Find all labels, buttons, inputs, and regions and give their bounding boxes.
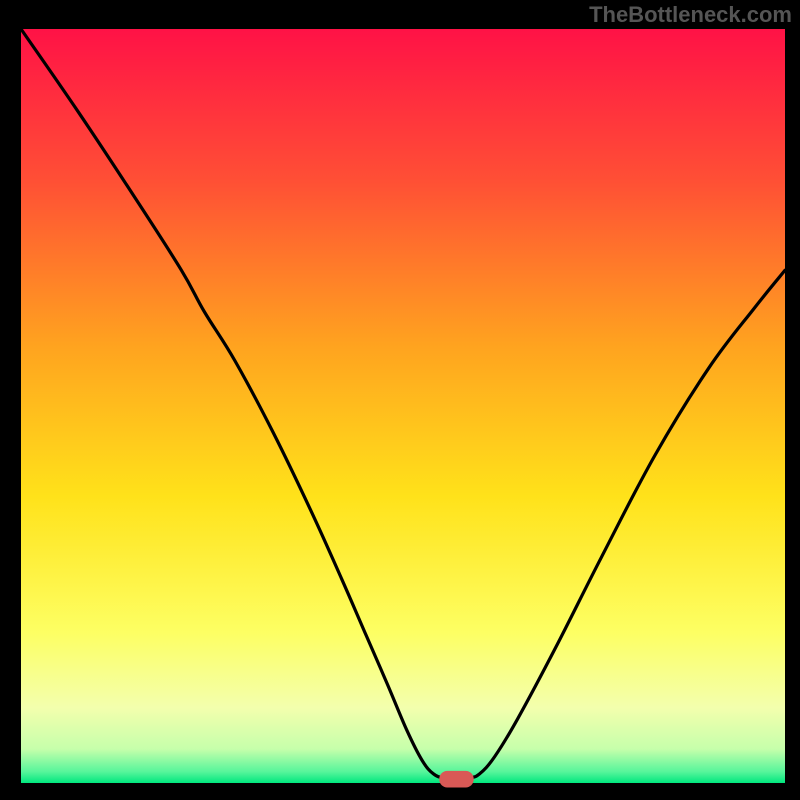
- bottleneck-marker: [439, 771, 473, 788]
- chart-frame: TheBottleneck.com: [0, 0, 800, 800]
- bottleneck-chart: [0, 0, 800, 800]
- site-watermark: TheBottleneck.com: [589, 2, 792, 28]
- plot-background: [21, 29, 785, 783]
